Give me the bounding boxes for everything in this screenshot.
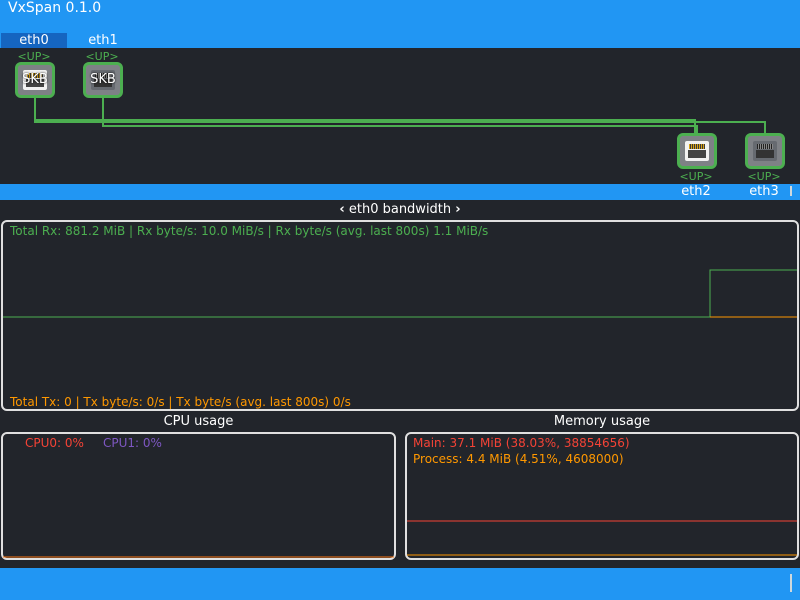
memory-plot bbox=[407, 520, 797, 556]
link-eth1-eth2 bbox=[102, 96, 698, 134]
port-eth0[interactable]: SKB bbox=[15, 62, 55, 98]
cpu-chart: CPU0: 0% CPU1: 0% bbox=[1, 432, 396, 560]
memory-usage-title: Memory usage bbox=[553, 414, 651, 429]
title-bar: VxSpan 0.1.0 eth0 eth1 bbox=[0, 0, 800, 48]
port-eth2[interactable] bbox=[677, 133, 717, 169]
chevron-right-icon[interactable]: › bbox=[455, 202, 460, 217]
port-eth1[interactable]: SKB bbox=[83, 62, 123, 98]
eth2-status: <UP> bbox=[679, 170, 713, 183]
ethernet-port-icon bbox=[685, 141, 709, 161]
topology-view: <UP> SKB <UP> SKB <UP> <UP> bbox=[0, 48, 800, 184]
memory-chart: Main: 37.1 MiB (38.03%, 38854656) Proces… bbox=[405, 432, 799, 560]
status-bar bbox=[0, 568, 800, 600]
bandwidth-title: eth0 bandwidth bbox=[348, 202, 452, 217]
eth2-label: eth2 bbox=[681, 184, 711, 199]
tab-eth1[interactable]: eth1 bbox=[70, 33, 136, 48]
app-window: VxSpan 0.1.0 eth0 eth1 <UP> SKB <UP> SKB… bbox=[0, 0, 800, 600]
app-title: VxSpan 0.1.0 bbox=[8, 0, 102, 16]
tx-summary: Total Tx: 0 | Tx byte/s: 0/s | Tx byte/s… bbox=[10, 395, 351, 409]
eth3-label: eth3 bbox=[749, 184, 779, 199]
cpu-usage-title: CPU usage bbox=[163, 414, 234, 429]
rx-line bbox=[3, 269, 797, 318]
bandwidth-chart: Total Rx: 881.2 MiB | Rx byte/s: 10.0 Mi… bbox=[1, 220, 799, 411]
link-eth0-eth2 bbox=[34, 96, 696, 134]
skb-badge: SKB bbox=[22, 72, 48, 87]
cpu-plot bbox=[3, 556, 394, 558]
chevron-left-icon[interactable]: ‹ bbox=[339, 202, 344, 217]
interface-name-bar: eth2 eth3 bbox=[0, 184, 800, 200]
bandwidth-plot bbox=[3, 269, 797, 318]
scrollbar-handle[interactable] bbox=[790, 574, 792, 592]
ethernet-port-icon bbox=[753, 141, 777, 161]
tab-eth0[interactable]: eth0 bbox=[1, 33, 67, 48]
skb-badge: SKB bbox=[90, 72, 116, 87]
scrollbar-handle[interactable] bbox=[790, 186, 792, 196]
port-eth3[interactable] bbox=[745, 133, 785, 169]
bandwidth-header: ‹ eth0 bandwidth › bbox=[0, 201, 800, 218]
eth3-status: <UP> bbox=[747, 170, 781, 183]
